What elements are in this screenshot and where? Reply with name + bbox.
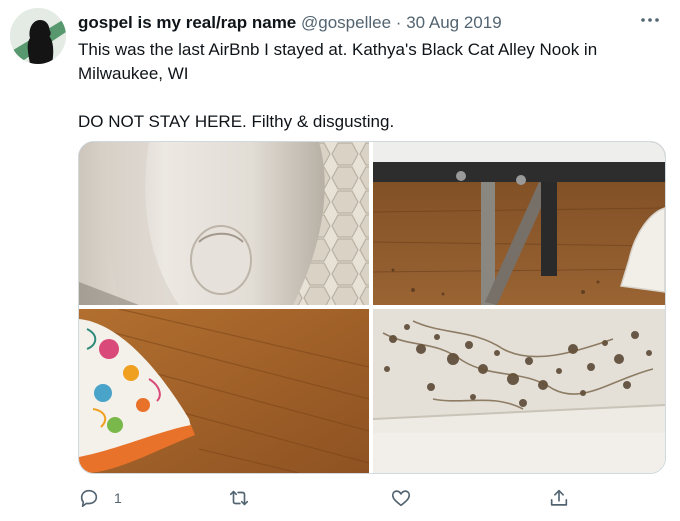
reply-icon <box>80 489 98 508</box>
author-name[interactable]: gospel is my real/rap name <box>78 13 296 32</box>
tweet-date[interactable]: 30 Aug 2019 <box>406 13 501 32</box>
like-button[interactable] <box>390 484 412 512</box>
tweet-actions: 1 <box>78 484 598 512</box>
toilet-photo[interactable] <box>79 142 369 305</box>
share-button[interactable] <box>548 484 570 512</box>
tweet-text: This was the last AirBnb I stayed at. Ka… <box>78 38 658 134</box>
floor-pillow-photo[interactable] <box>79 309 369 473</box>
bed-frame-photo[interactable] <box>373 142 665 305</box>
like-icon <box>391 490 411 507</box>
reply-button[interactable]: 1 <box>78 484 122 512</box>
retweet-button[interactable] <box>228 484 250 512</box>
avatar[interactable] <box>10 8 66 64</box>
reply-count: 1 <box>114 490 122 506</box>
tweet-text-line: DO NOT STAY HERE. Filthy & disgusting. <box>78 112 395 131</box>
share-icon <box>550 489 568 506</box>
media-grid <box>78 141 666 474</box>
avatar-image <box>10 8 66 64</box>
header-separator: · <box>395 13 402 32</box>
more-options-icon[interactable] <box>638 10 662 30</box>
stained-ceiling-photo[interactable] <box>373 309 665 473</box>
author-handle[interactable]: @gospellee <box>301 13 391 32</box>
retweet-icon <box>229 490 249 506</box>
tweet-text-line: This was the last AirBnb I stayed at. Ka… <box>78 40 598 83</box>
tweet-header: gospel is my real/rap name @gospellee · … <box>78 12 660 34</box>
tweet: gospel is my real/rap name @gospellee · … <box>0 0 680 521</box>
